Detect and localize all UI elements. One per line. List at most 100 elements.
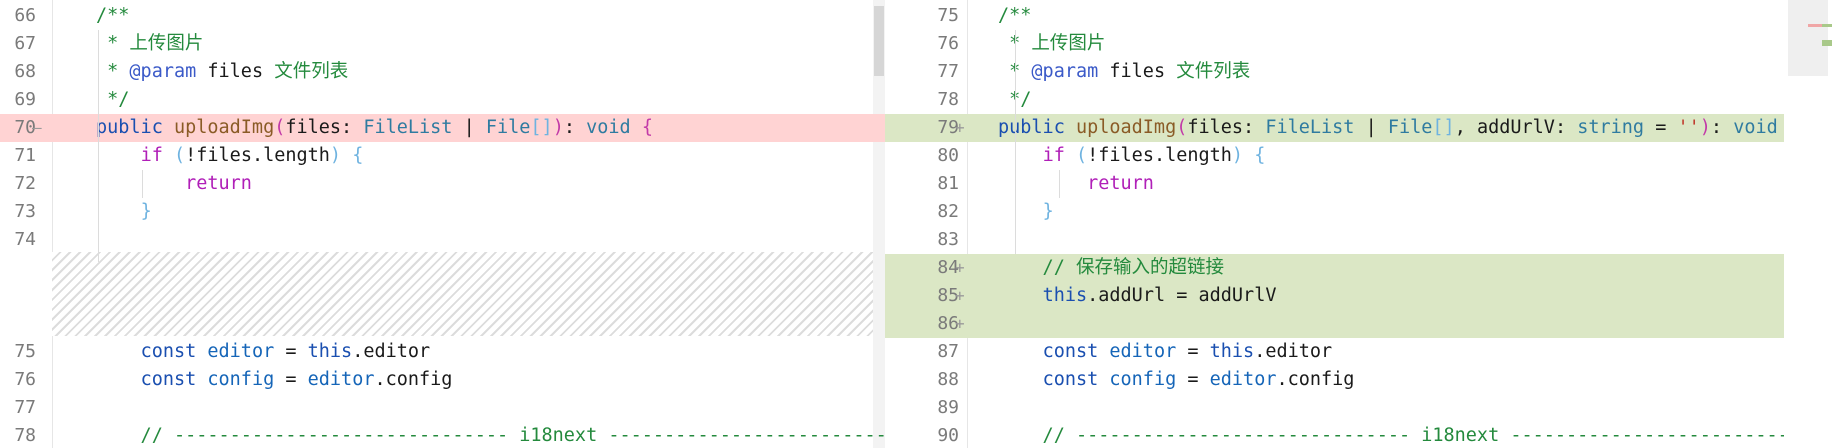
- code-text[interactable]: */: [96, 86, 129, 114]
- code-text[interactable]: public uploadImg(files: FileList | File[…: [96, 114, 653, 142]
- code-text[interactable]: // 保存输入的超链接: [998, 254, 1224, 282]
- right-code-line[interactable]: 78 */: [885, 86, 1800, 114]
- code-text[interactable]: const config = editor.config: [96, 366, 453, 394]
- code-token: =: [274, 369, 308, 390]
- left-code-line[interactable]: 69 */: [0, 86, 885, 114]
- line-number: 73: [14, 201, 36, 222]
- code-text[interactable]: * 上传图片: [96, 30, 203, 58]
- code-token: void: [586, 117, 642, 138]
- code-token: */: [96, 89, 130, 110]
- right-code-line[interactable]: 80 if (!files.length) {: [885, 142, 1800, 170]
- code-token: ): [1699, 117, 1711, 138]
- right-code-line[interactable]: 77 * @param files 文件列表: [885, 58, 1800, 86]
- code-token: '': [1677, 117, 1700, 138]
- right-code-line[interactable]: 75 /**: [885, 2, 1800, 30]
- diff-right-pane[interactable]: 75 /** 76 * 上传图片 77 * @param files 文件列表 78 *…: [885, 0, 1800, 448]
- left-code-line[interactable]: 74: [0, 226, 885, 254]
- right-code-line[interactable]: 79 + public uploadImg(files: FileList | Fi…: [885, 114, 1800, 142]
- code-token: files: [196, 61, 275, 82]
- line-number: 69: [14, 89, 36, 110]
- code-token: const: [1042, 341, 1110, 362]
- code-token: public: [96, 117, 174, 138]
- code-token: ): [552, 117, 564, 138]
- right-code-line[interactable]: 88 const config = editor.config: [885, 366, 1800, 394]
- code-token: uploadImg: [173, 117, 275, 138]
- diff-left-pane[interactable]: 66/** 67 * 上传图片 68 * @param files 文件列表 69 *…: [0, 0, 885, 448]
- code-text[interactable]: this.addUrl = addUrlV: [998, 282, 1277, 310]
- line-number: 87: [937, 341, 959, 362]
- right-code-line[interactable]: 76 * 上传图片: [885, 30, 1800, 58]
- left-code-line[interactable]: 70— public uploadImg(files: FileList | Fi…: [0, 114, 885, 142]
- right-code-line[interactable]: 85 + this.addUrl = addUrlV: [885, 282, 1800, 310]
- right-code-line[interactable]: 81 return: [885, 170, 1800, 198]
- code-token: ): [329, 145, 342, 166]
- left-code-line[interactable]: 71 if (!files.length) {: [0, 142, 885, 170]
- code-token: const: [140, 341, 208, 362]
- left-code-line[interactable]: 75 const editor = this.editor: [0, 338, 885, 366]
- code-token: 文件列表: [1176, 61, 1251, 82]
- code-token: (: [173, 145, 186, 166]
- left-code-line[interactable]: 68 * @param files 文件列表: [0, 58, 885, 86]
- line-number: 75: [937, 5, 959, 26]
- code-token: []: [1432, 117, 1455, 138]
- left-code-line[interactable]: 77: [0, 394, 885, 422]
- code-token: ): [1231, 145, 1244, 166]
- right-code-line[interactable]: 83: [885, 226, 1800, 254]
- minimap-addition-marker: [1822, 40, 1832, 46]
- code-text[interactable]: if (!files.length) {: [998, 142, 1266, 170]
- right-code-line[interactable]: 82 }: [885, 198, 1800, 226]
- left-code-line[interactable]: 73 }: [0, 198, 885, 226]
- right-code-line[interactable]: 90 // ------------------------------ i18…: [885, 422, 1800, 448]
- code-text[interactable]: /**: [96, 2, 129, 30]
- code-token: (: [1075, 145, 1088, 166]
- left-empty-placeholder-hatch: [52, 252, 885, 336]
- left-code-line[interactable]: 76 const config = editor.config: [0, 366, 885, 394]
- code-token: * 上传图片: [96, 33, 204, 54]
- code-token: files:: [285, 117, 364, 138]
- code-token: // ------------------------------ i18nex…: [998, 425, 1800, 446]
- code-token: =: [1644, 117, 1678, 138]
- code-token: this: [1042, 285, 1088, 306]
- code-token: (: [1176, 117, 1188, 138]
- code-token: void: [1733, 117, 1789, 138]
- code-text[interactable]: * @param files 文件列表: [998, 58, 1250, 86]
- left-code-line[interactable]: 67 * 上传图片: [0, 30, 885, 58]
- right-code-line[interactable]: 84 + // 保存输入的超链接: [885, 254, 1800, 282]
- code-text[interactable]: const editor = this.editor: [998, 338, 1333, 366]
- code-text[interactable]: const config = editor.config: [998, 366, 1355, 394]
- code-text[interactable]: /**: [998, 2, 1031, 30]
- code-text[interactable]: return: [998, 170, 1154, 198]
- code-token: public: [998, 117, 1076, 138]
- code-token: .editor: [1254, 341, 1333, 362]
- right-code-line[interactable]: 86 +: [885, 310, 1800, 338]
- line-number: 76: [14, 369, 36, 390]
- line-number: 77: [14, 397, 36, 418]
- code-text[interactable]: if (!files.length) {: [96, 142, 364, 170]
- right-code-line[interactable]: 89: [885, 394, 1800, 422]
- code-token: }: [140, 201, 152, 222]
- left-code-line[interactable]: 78 // ------------------------------ i18…: [0, 422, 885, 448]
- code-text[interactable]: // ------------------------------ i18nex…: [96, 422, 885, 448]
- left-code-line[interactable]: 66 /**: [0, 2, 885, 30]
- code-token: return: [1087, 173, 1154, 194]
- right-code-line[interactable]: 87 const editor = this.editor: [885, 338, 1800, 366]
- indent-guide: [1015, 30, 1016, 254]
- code-text[interactable]: * @param files 文件列表: [96, 58, 348, 86]
- diff-overview-minimap[interactable]: [1784, 0, 1832, 448]
- minimap-viewport[interactable]: [1788, 0, 1828, 76]
- code-text[interactable]: }: [96, 198, 152, 226]
- code-text[interactable]: }: [998, 198, 1054, 226]
- code-text[interactable]: return: [96, 170, 252, 198]
- code-text[interactable]: // ------------------------------ i18nex…: [998, 422, 1800, 448]
- line-number: 83: [937, 229, 959, 250]
- code-token: // 保存输入的超链接: [998, 257, 1224, 278]
- left-code-line[interactable]: 72 return: [0, 170, 885, 198]
- line-number: 81: [937, 173, 959, 194]
- code-text[interactable]: const editor = this.editor: [96, 338, 431, 366]
- code-text[interactable]: public uploadImg(files: FileList | File[…: [998, 114, 1800, 142]
- indent-guide: [142, 170, 143, 198]
